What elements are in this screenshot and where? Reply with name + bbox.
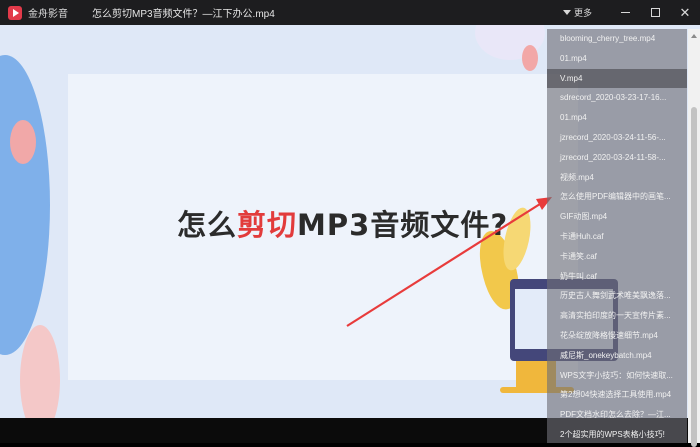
close-button[interactable]: ✕ (670, 0, 700, 25)
close-icon: ✕ (679, 4, 691, 20)
app-name: 金舟影音 (28, 9, 68, 20)
dropdown-triangle-icon (562, 10, 571, 15)
maximize-button[interactable] (640, 0, 670, 25)
playlist-item[interactable]: sdrecord_2020-03-23-17-16... (547, 88, 687, 108)
scroll-up-icon[interactable] (691, 34, 697, 38)
decor-dot (522, 45, 538, 71)
playlist-item[interactable]: 奶牛叫.caf (547, 267, 687, 287)
decor-dot (10, 120, 36, 164)
headline-highlight: 剪切 (237, 208, 298, 242)
app-logo-icon (8, 5, 22, 20)
playlist-item[interactable]: PDF文档水印怎么去除？—江... (547, 405, 687, 425)
title-bar: 金舟影音 怎么剪切MP3音频文件？—江下办公.mp4 更多 ✕ (0, 0, 700, 25)
playlist-item[interactable]: 卡通Huh.caf (547, 227, 687, 247)
playlist-item[interactable]: WPS文字小技巧：如何快速取... (547, 366, 687, 386)
more-button-label: 更多 (573, 8, 592, 18)
headline-text: 怎么 (177, 208, 238, 242)
scrollbar-thumb[interactable] (691, 107, 697, 447)
playlist-item[interactable]: V.mp4 (547, 68, 687, 89)
playlist-item[interactable]: 01.mp4 (547, 108, 687, 128)
decor-blob (0, 55, 50, 355)
headline-text: MP3音频文件? (297, 208, 509, 242)
playlist-item[interactable]: jzrecord_2020-03-24-11-56-... (547, 128, 687, 148)
video-headline: 怎么剪切MP3音频文件? (177, 202, 508, 244)
playlist-item[interactable]: 卡通笑.caf (547, 247, 687, 267)
playlist-panel: blooming_cherry_tree.mp4 01.mp4 V.mp4 sdrec… (547, 29, 687, 443)
playlist-scrollbar[interactable] (688, 29, 700, 447)
playlist-item[interactable]: blooming_cherry_tree.mp4 (547, 29, 687, 49)
minimize-button[interactable] (610, 0, 640, 25)
playlist-item[interactable]: 视频.mp4 (547, 168, 687, 188)
playlist-item[interactable]: 花朵绽放降格慢速细节.mp4 (547, 326, 687, 346)
playlist-item[interactable]: 历史古人舞剑武术唯美飘逸落... (547, 286, 687, 306)
window-title: 怎么剪切MP3音频文件？—江下办公.mp4 (92, 9, 275, 20)
playlist-item[interactable]: 第2想04快速选择工具使用.mp4 (547, 385, 687, 405)
playlist-item[interactable]: GIF动图.mp4 (547, 207, 687, 227)
playlist-item[interactable]: jzrecord_2020-03-24-11-58-... (547, 148, 687, 168)
more-button[interactable]: 更多 (562, 6, 592, 19)
decor-blob (20, 325, 60, 418)
playlist-item[interactable]: 2个超实用的WPS表格小技巧! (547, 425, 687, 443)
playlist-item[interactable]: 高清实拍印度的一天宣传片素... (547, 306, 687, 326)
playlist-item[interactable]: 怎么使用PDF编辑器中的画笔... (547, 187, 687, 207)
playlist-item[interactable]: 威尼斯_onekeybatch.mp4 (547, 346, 687, 366)
playlist-item[interactable]: 01.mp4 (547, 49, 687, 69)
